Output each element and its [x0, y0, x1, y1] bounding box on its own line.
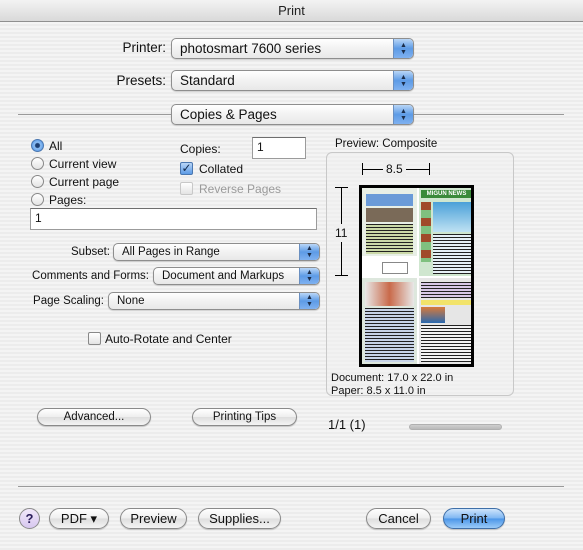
- supplies-button[interactable]: Supplies...: [198, 508, 281, 529]
- popup-arrows-icon: ▲ ▼: [299, 244, 319, 260]
- thumb-quadrant-bl: [362, 278, 417, 364]
- page-scaling-value: None: [117, 295, 145, 307]
- panel-popup[interactable]: Copies & Pages ▲ ▼: [171, 104, 414, 125]
- radio-all-label: All: [49, 139, 63, 153]
- comments-forms-popup[interactable]: Document and Markups ▲ ▼: [153, 267, 320, 285]
- help-button[interactable]: ?: [19, 508, 40, 529]
- panel-value: Copies & Pages: [180, 107, 277, 122]
- subset-label: Subset:: [71, 246, 110, 258]
- cancel-button[interactable]: Cancel: [366, 508, 431, 529]
- subset-value: All Pages in Range: [122, 246, 220, 258]
- popup-arrows-icon: ▲ ▼: [393, 39, 413, 58]
- printer-label: Printer:: [122, 40, 166, 55]
- page-counter: 1/1 (1): [328, 417, 366, 432]
- subset-popup[interactable]: All Pages in Range ▲ ▼: [113, 243, 320, 261]
- presets-label: Presets:: [116, 73, 166, 88]
- auto-rotate-label: Auto-Rotate and Center: [105, 332, 232, 346]
- radio-current-page-label: Current page: [49, 175, 120, 189]
- copies-label: Copies:: [180, 142, 221, 156]
- paper-size: Paper: 8.5 x 11.0 in: [331, 385, 426, 397]
- comments-forms-label: Comments and Forms:: [32, 270, 149, 282]
- collated-checkbox[interactable]: ✓: [180, 162, 193, 175]
- popup-arrows-icon: ▲ ▼: [299, 268, 319, 284]
- radio-pages[interactable]: [31, 193, 44, 206]
- thumb-quadrant-tl: [362, 188, 417, 276]
- popup-arrows-icon: ▲ ▼: [393, 105, 413, 124]
- bottom-divider: [18, 486, 564, 487]
- popup-arrows-icon: ▲ ▼: [299, 293, 319, 309]
- preview-title: Preview: Composite: [335, 138, 438, 150]
- presets-value: Standard: [180, 73, 235, 88]
- reverse-pages-checkbox[interactable]: [180, 182, 193, 195]
- pages-input[interactable]: 1: [30, 208, 317, 230]
- thumb-quadrant-br: [419, 278, 471, 364]
- pdf-menu-button[interactable]: PDF ▾: [49, 508, 109, 529]
- thumb-headline: MIGUN NEWS: [421, 190, 471, 198]
- divider-left: [18, 114, 171, 115]
- document-size: Document: 17.0 x 22.0 in: [331, 372, 454, 384]
- height-dimension-tick-top: [335, 187, 348, 188]
- checkmark-icon: ✓: [181, 161, 192, 175]
- page-thumbnail: MIGUN NEWS: [359, 185, 474, 367]
- height-dimension-tick-bottom: [335, 275, 348, 276]
- preview-progress-bar: [409, 424, 502, 430]
- collated-label: Collated: [199, 162, 244, 176]
- page-scaling-label: Page Scaling:: [33, 295, 104, 307]
- height-dimension-label: 11: [334, 224, 349, 242]
- radio-all[interactable]: [31, 139, 44, 152]
- radio-current-view[interactable]: [31, 157, 44, 170]
- copies-input[interactable]: 1: [252, 137, 306, 159]
- width-dimension-tick-right: [429, 163, 430, 175]
- printer-popup[interactable]: photosmart 7600 series ▲ ▼: [171, 38, 414, 59]
- print-button[interactable]: Print: [443, 508, 505, 529]
- thumb-quadrant-tr: MIGUN NEWS: [419, 188, 471, 276]
- advanced-button[interactable]: Advanced...: [37, 408, 151, 426]
- width-dimension-tick-left: [362, 163, 363, 175]
- printer-value: photosmart 7600 series: [180, 41, 322, 56]
- popup-arrows-icon: ▲ ▼: [393, 71, 413, 90]
- printing-tips-button[interactable]: Printing Tips: [192, 408, 297, 426]
- auto-rotate-checkbox[interactable]: [88, 332, 101, 345]
- divider-right: [414, 114, 564, 115]
- window-title: Print: [0, 0, 583, 22]
- reverse-pages-label: Reverse Pages: [199, 182, 282, 196]
- width-dimension-label: 8.5: [383, 162, 406, 176]
- radio-current-view-label: Current view: [49, 157, 117, 171]
- radio-current-page[interactable]: [31, 175, 44, 188]
- radio-pages-label: Pages:: [49, 193, 87, 207]
- page-scaling-popup[interactable]: None ▲ ▼: [108, 292, 320, 310]
- comments-forms-value: Document and Markups: [162, 270, 285, 282]
- preview-button[interactable]: Preview: [120, 508, 187, 529]
- presets-popup[interactable]: Standard ▲ ▼: [171, 70, 414, 91]
